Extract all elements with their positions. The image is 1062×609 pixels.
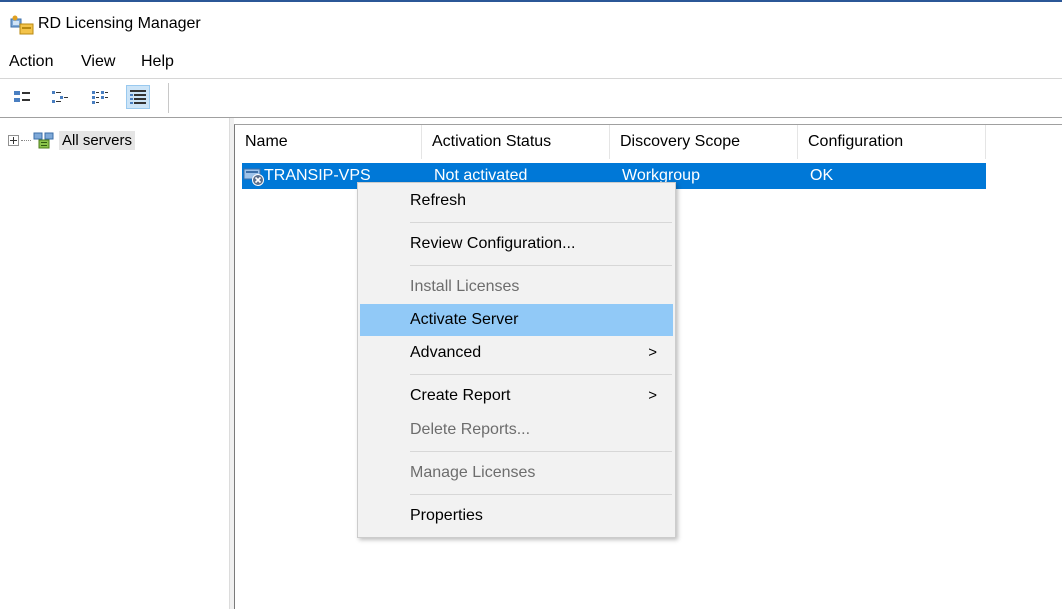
- cell-server-name: TRANSIP-VPS: [264, 167, 371, 184]
- title-bar: RD Licensing Manager: [0, 2, 1062, 46]
- menu-separator: [410, 222, 672, 223]
- small-icons-button[interactable]: [48, 85, 72, 109]
- column-header-discovery-scope[interactable]: Discovery Scope: [610, 125, 798, 159]
- tree-item-all-servers[interactable]: All servers: [8, 129, 136, 151]
- menu-item-advanced[interactable]: Advanced >: [360, 337, 673, 369]
- menu-item-properties[interactable]: Properties: [360, 500, 673, 532]
- menu-item-create-report[interactable]: Create Report >: [360, 380, 673, 412]
- submenu-arrow-icon: >: [648, 387, 657, 404]
- submenu-arrow-icon: >: [648, 344, 657, 361]
- menu-bar: Action View Help: [0, 48, 1062, 76]
- column-header-activation-status[interactable]: Activation Status: [422, 125, 610, 159]
- tree-pane: All servers: [0, 118, 230, 609]
- menu-item-install-licenses[interactable]: Install Licenses: [360, 271, 673, 303]
- menu-item-refresh[interactable]: Refresh: [360, 185, 673, 217]
- menu-action[interactable]: Action: [8, 53, 54, 71]
- menu-separator: [410, 494, 672, 495]
- expand-plus-icon[interactable]: [8, 134, 19, 146]
- tree-connector: [21, 139, 31, 141]
- menu-item-delete-reports[interactable]: Delete Reports...: [360, 414, 673, 446]
- large-icons-icon: [14, 91, 30, 102]
- column-header-row: Name Activation Status Discovery Scope C…: [235, 125, 1062, 159]
- menu-separator: [410, 374, 672, 375]
- column-header-name[interactable]: Name: [235, 125, 422, 159]
- menu-help[interactable]: Help: [140, 53, 175, 71]
- toolbar: [0, 79, 1062, 117]
- small-icons-icon: [52, 91, 68, 103]
- menu-view[interactable]: View: [80, 53, 116, 71]
- server-group-icon: [33, 132, 54, 149]
- menu-item-manage-licenses[interactable]: Manage Licenses: [360, 457, 673, 489]
- context-menu: Refresh Review Configuration... Install …: [357, 182, 676, 538]
- menu-separator: [410, 265, 672, 266]
- window-title: RD Licensing Manager: [38, 15, 201, 32]
- details-icon: [130, 90, 146, 104]
- list-button[interactable]: [88, 85, 112, 109]
- list-icon: [92, 91, 108, 104]
- toolbar-separator: [168, 83, 169, 113]
- menu-separator: [410, 451, 672, 452]
- large-icons-button[interactable]: [10, 85, 34, 109]
- rd-licensing-app-icon: [10, 15, 34, 35]
- menu-item-activate-server[interactable]: Activate Server: [360, 304, 673, 336]
- tree-label-all-servers: All servers: [59, 130, 136, 150]
- cell-configuration: OK: [810, 167, 834, 184]
- column-header-configuration[interactable]: Configuration: [798, 125, 986, 159]
- details-button[interactable]: [126, 85, 150, 109]
- menu-item-review-configuration[interactable]: Review Configuration...: [360, 228, 673, 260]
